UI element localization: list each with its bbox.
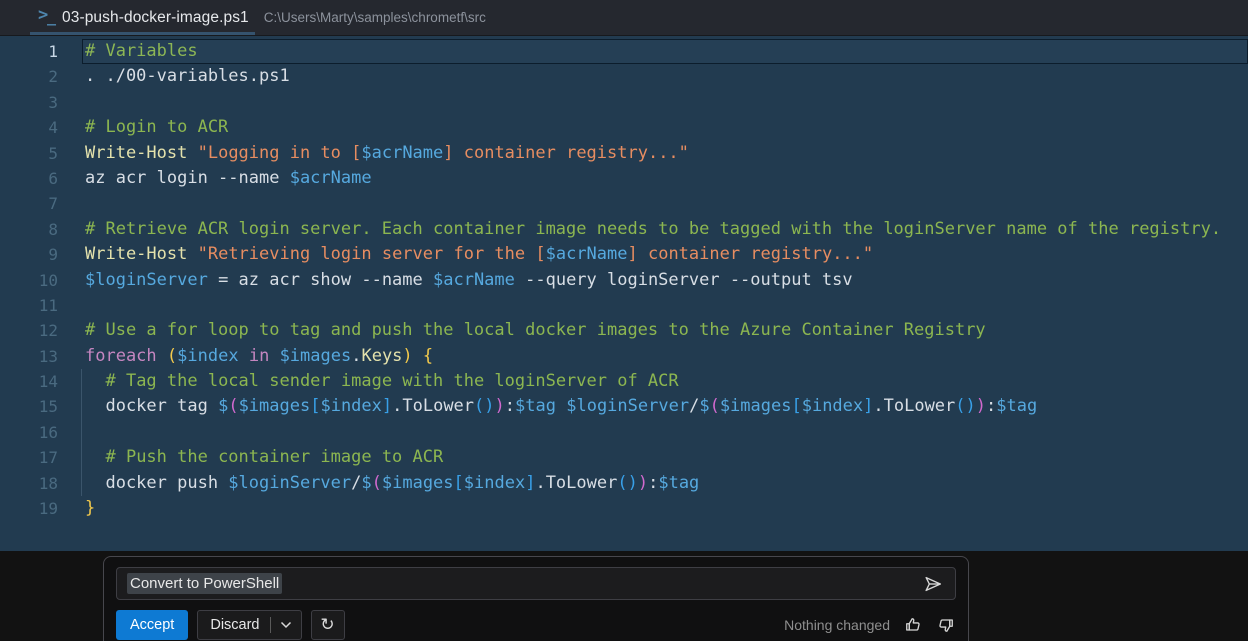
code-line[interactable]: 2. ./00-variables.ps1 bbox=[0, 64, 1248, 89]
code-text bbox=[58, 293, 1248, 318]
code-editor[interactable]: 1# Variables2. ./00-variables.ps134# Log… bbox=[0, 36, 1248, 551]
code-text bbox=[58, 420, 1248, 445]
code-line[interactable]: 17 # Push the container image to ACR bbox=[0, 445, 1248, 470]
thumbs-up-button[interactable] bbox=[903, 615, 923, 635]
code-text: # Variables bbox=[58, 39, 1248, 64]
accept-button[interactable]: Accept bbox=[116, 610, 188, 640]
code-text: Write-Host "Retrieving login server for … bbox=[58, 242, 1248, 267]
rerun-button[interactable]: ↻ bbox=[311, 610, 345, 640]
chat-input-selected-text: Convert to PowerShell bbox=[127, 573, 282, 594]
line-number: 1 bbox=[0, 39, 58, 64]
code-line[interactable]: 15 docker tag $($images[$index].ToLower(… bbox=[0, 394, 1248, 419]
powershell-file-icon: >_ bbox=[38, 9, 58, 27]
line-number: 4 bbox=[0, 115, 58, 140]
code-line[interactable]: 9Write-Host "Retrieving login server for… bbox=[0, 242, 1248, 267]
inline-chat-zone: Convert to PowerShell Accept Discard ↻ bbox=[0, 551, 1248, 641]
code-line[interactable]: 3 bbox=[0, 90, 1248, 115]
chevron-down-icon bbox=[280, 621, 292, 629]
code-line[interactable]: 8# Retrieve ACR login server. Each conta… bbox=[0, 217, 1248, 242]
line-number: 8 bbox=[0, 217, 58, 242]
line-number: 11 bbox=[0, 293, 58, 318]
code-text: # Retrieve ACR login server. Each contai… bbox=[58, 217, 1248, 242]
line-number: 7 bbox=[0, 191, 58, 216]
line-number: 16 bbox=[0, 420, 58, 445]
line-number: 18 bbox=[0, 471, 58, 496]
code-line[interactable]: 13foreach ($index in $images.Keys) { bbox=[0, 344, 1248, 369]
code-text bbox=[58, 90, 1248, 115]
code-line[interactable]: 12# Use a for loop to tag and push the l… bbox=[0, 318, 1248, 343]
code-text: docker tag $($images[$index].ToLower()):… bbox=[58, 394, 1248, 419]
code-text: # Push the container image to ACR bbox=[58, 445, 1248, 470]
code-line[interactable]: 4# Login to ACR bbox=[0, 115, 1248, 140]
send-icon bbox=[922, 573, 944, 595]
code-text: # Tag the local sender image with the lo… bbox=[58, 369, 1248, 394]
breadcrumb-path: C:\Users\Marty\samples\chrometf\src bbox=[264, 10, 486, 25]
code-line[interactable]: 7 bbox=[0, 191, 1248, 216]
code-text: docker push $loginServer/$($images[$inde… bbox=[58, 471, 1248, 496]
code-text: $loginServer = az acr show --name $acrNa… bbox=[58, 268, 1248, 293]
line-number: 3 bbox=[0, 90, 58, 115]
discard-dropdown-button[interactable] bbox=[271, 611, 301, 639]
code-text: } bbox=[58, 496, 1248, 521]
code-line[interactable]: 6az acr login --name $acrName bbox=[0, 166, 1248, 191]
line-number: 5 bbox=[0, 141, 58, 166]
line-number: 2 bbox=[0, 64, 58, 89]
status-group: Nothing changed bbox=[784, 615, 956, 635]
code-text: . ./00-variables.ps1 bbox=[58, 64, 1248, 89]
code-line[interactable]: 16 bbox=[0, 420, 1248, 445]
chat-input[interactable]: Convert to PowerShell bbox=[116, 567, 956, 600]
line-number: 15 bbox=[0, 394, 58, 419]
code-text bbox=[58, 191, 1248, 216]
code-text: Write-Host "Logging in to [$acrName] con… bbox=[58, 141, 1248, 166]
line-number: 17 bbox=[0, 445, 58, 470]
line-number: 6 bbox=[0, 166, 58, 191]
code-text: foreach ($index in $images.Keys) { bbox=[58, 344, 1248, 369]
line-number: 12 bbox=[0, 318, 58, 343]
discard-split-button: Discard bbox=[197, 610, 301, 640]
refresh-icon: ↻ bbox=[320, 615, 334, 635]
code-line[interactable]: 18 docker push $loginServer/$($images[$i… bbox=[0, 471, 1248, 496]
code-line[interactable]: 10$loginServer = az acr show --name $acr… bbox=[0, 268, 1248, 293]
thumbs-down-icon bbox=[936, 615, 956, 635]
titlebar: >_ 03-push-docker-image.ps1 C:\Users\Mar… bbox=[0, 0, 1248, 36]
status-text: Nothing changed bbox=[784, 617, 890, 633]
line-number: 9 bbox=[0, 242, 58, 267]
send-button[interactable] bbox=[921, 572, 945, 596]
code-line[interactable]: 11 bbox=[0, 293, 1248, 318]
code-line[interactable]: 19} bbox=[0, 496, 1248, 521]
line-number: 19 bbox=[0, 496, 58, 521]
code-line[interactable]: 5Write-Host "Logging in to [$acrName] co… bbox=[0, 141, 1248, 166]
line-number: 14 bbox=[0, 369, 58, 394]
thumbs-up-icon bbox=[903, 615, 923, 635]
inline-chat-panel: Convert to PowerShell Accept Discard ↻ bbox=[103, 556, 969, 641]
code-text: az acr login --name $acrName bbox=[58, 166, 1248, 191]
thumbs-down-button[interactable] bbox=[936, 615, 956, 635]
tab-filename[interactable]: 03-push-docker-image.ps1 bbox=[62, 9, 249, 27]
active-tab-underline bbox=[30, 32, 255, 35]
line-number: 10 bbox=[0, 268, 58, 293]
line-number: 13 bbox=[0, 344, 58, 369]
chat-actions-row: Accept Discard ↻ Nothing changed bbox=[116, 610, 956, 640]
discard-button[interactable]: Discard bbox=[198, 611, 269, 639]
code-text: # Login to ACR bbox=[58, 115, 1248, 140]
code-text: # Use a for loop to tag and push the loc… bbox=[58, 318, 1248, 343]
code-lines: 1# Variables2. ./00-variables.ps134# Log… bbox=[0, 39, 1248, 521]
code-line[interactable]: 14 # Tag the local sender image with the… bbox=[0, 369, 1248, 394]
code-line[interactable]: 1# Variables bbox=[0, 39, 1248, 64]
